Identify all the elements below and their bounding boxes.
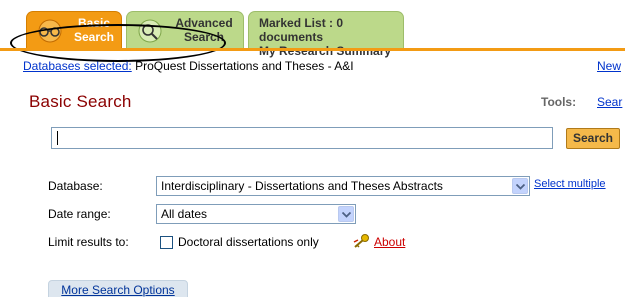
database-select[interactable]: Interdisciplinary - Dissertations and Th… (156, 176, 530, 196)
database-select-value: Interdisciplinary - Dissertations and Th… (161, 179, 443, 193)
about-link[interactable]: About (374, 235, 405, 249)
tools-label: Tools: (541, 95, 577, 109)
database-label: Database: (48, 179, 103, 193)
tab-marked-label: Marked List : 0 documents My Research Su… (259, 16, 392, 58)
key-help-icon[interactable] (352, 233, 370, 249)
date-range-select[interactable]: All dates (156, 204, 356, 224)
tab-bar-underline (0, 48, 625, 51)
doctoral-dissertations-label: Doctoral dissertations only (178, 235, 319, 249)
page-title: Basic Search (29, 92, 132, 111)
tab-advanced-label: Advanced Search (175, 16, 233, 44)
text-caret (57, 131, 58, 145)
date-range-label: Date range: (48, 207, 111, 221)
databases-selected-link[interactable]: Databases selected: (23, 59, 132, 73)
chevron-down-icon[interactable] (338, 206, 354, 222)
new-link[interactable]: New (597, 59, 621, 73)
more-search-options-label: More Search Options (61, 283, 175, 297)
search-input[interactable] (51, 127, 553, 149)
tab-basic-search[interactable]: Basic Search (26, 11, 122, 49)
limit-results-label: Limit results to: (48, 235, 129, 249)
more-search-options-button[interactable]: More Search Options (48, 280, 188, 297)
doctoral-dissertations-checkbox[interactable] (160, 236, 173, 249)
select-multiple-link[interactable]: Select multiple (534, 178, 606, 190)
database-name: ProQuest Dissertations and Theses - A&I (135, 59, 354, 73)
tab-marked-list[interactable]: Marked List : 0 documents My Research Su… (248, 11, 404, 58)
magnifier-icon (138, 19, 162, 43)
glasses-icon (38, 19, 62, 43)
date-range-value: All dates (161, 207, 208, 221)
tab-basic-label: Basic Search (73, 16, 115, 44)
tab-advanced-search[interactable]: Advanced Search (126, 11, 244, 49)
tools-search-link[interactable]: Sear (597, 95, 622, 109)
databases-selected-row: Databases selected: ProQuest Dissertatio… (23, 59, 354, 73)
search-button[interactable]: Search (566, 128, 620, 149)
chevron-down-icon[interactable] (512, 178, 528, 194)
